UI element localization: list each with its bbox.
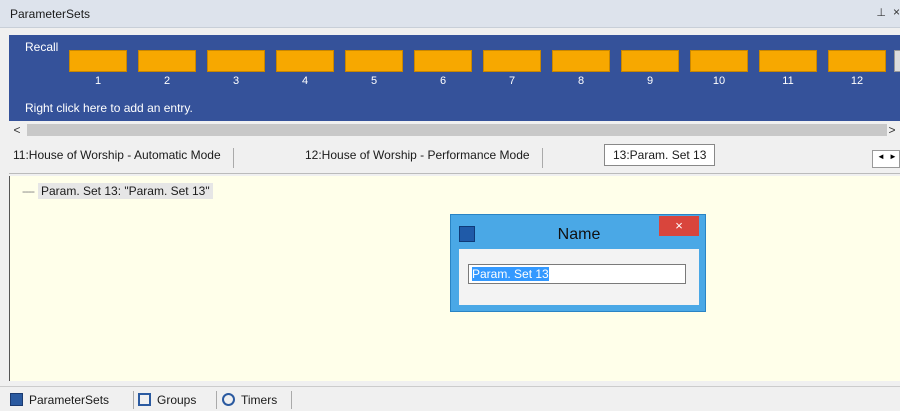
recall-slot-number: 3 bbox=[232, 75, 240, 87]
recall-slot: 8 bbox=[552, 50, 610, 87]
tab-timers-label: Timers bbox=[241, 393, 278, 407]
recall-label: Recall bbox=[25, 40, 59, 54]
tree-connector: ---- bbox=[22, 184, 35, 198]
recall-slot-number: 1 bbox=[94, 75, 102, 87]
scroll-right-icon[interactable]: > bbox=[884, 121, 900, 139]
recall-button[interactable] bbox=[276, 50, 334, 72]
tab-parameter-set-12[interactable]: 12:House of Worship - Performance Mode bbox=[305, 148, 543, 168]
panel-titlebar: ParameterSets ⊥ × bbox=[0, 0, 900, 28]
recall-slot: 3 bbox=[207, 50, 265, 87]
parameter-set-tabs: 11:House of Worship - Automatic Mode 12:… bbox=[9, 140, 900, 174]
tab-parameter-set-11[interactable]: 11:House of Worship - Automatic Mode bbox=[13, 148, 234, 168]
tab-parameter-set-13[interactable]: 13:Param. Set 13 bbox=[604, 144, 716, 166]
tree-node[interactable]: Param. Set 13: "Param. Set 13" bbox=[37, 183, 213, 199]
tab-prev-icon[interactable]: ◄ bbox=[877, 152, 885, 161]
app-icon bbox=[459, 226, 475, 242]
pin-icon[interactable]: ⊥ bbox=[876, 6, 886, 19]
recall-slot: 10 bbox=[690, 50, 748, 87]
recall-button[interactable] bbox=[345, 50, 403, 72]
tab-divider bbox=[291, 391, 292, 409]
recall-slot-number: 4 bbox=[301, 75, 309, 87]
tree-view: ---- Param. Set 13: "Param. Set 13" bbox=[22, 183, 213, 199]
recall-slot: 11 bbox=[759, 50, 817, 87]
timers-icon bbox=[222, 393, 235, 406]
recall-slot: 1 bbox=[69, 50, 127, 87]
recall-slot: 7 bbox=[483, 50, 541, 87]
recall-slot-number: 2 bbox=[163, 75, 171, 87]
groups-icon bbox=[138, 393, 151, 406]
recall-button[interactable] bbox=[621, 50, 679, 72]
recall-slot-number: 11 bbox=[782, 75, 794, 87]
recall-slot: 2 bbox=[138, 50, 196, 87]
tab-scroll-buttons: ◄ ► bbox=[872, 150, 900, 168]
recall-slot-number: 9 bbox=[646, 75, 654, 87]
recall-button[interactable] bbox=[552, 50, 610, 72]
recall-button[interactable] bbox=[828, 50, 886, 72]
tab-timers[interactable]: Timers bbox=[222, 393, 277, 407]
recall-button[interactable] bbox=[759, 50, 817, 72]
tab-groups[interactable]: Groups bbox=[138, 393, 196, 407]
recall-slot: 4 bbox=[276, 50, 334, 87]
scroll-thumb[interactable] bbox=[27, 124, 887, 136]
tab-groups-label: Groups bbox=[157, 393, 197, 407]
name-input-selected-text: Param. Set 13 bbox=[472, 267, 549, 281]
recall-button[interactable] bbox=[414, 50, 472, 72]
recall-slot: 9 bbox=[621, 50, 679, 87]
recall-button[interactable] bbox=[138, 50, 196, 72]
scroll-left-icon[interactable]: < bbox=[9, 121, 25, 139]
bottom-tab-bar: ParameterSets Groups Timers bbox=[0, 386, 900, 411]
recall-slot-number: 7 bbox=[508, 75, 516, 87]
dialog-body: Param. Set 13 bbox=[459, 249, 699, 305]
recall-slot-partial[interactable] bbox=[894, 50, 900, 72]
tab-parameter-sets-label: ParameterSets bbox=[29, 393, 110, 407]
tab-parameter-sets[interactable]: ParameterSets bbox=[10, 393, 109, 407]
recall-panel[interactable]: Recall 1 2 3 4 5 6 7 8 9 10 11 12 Right … bbox=[9, 35, 900, 121]
name-dialog: Name × Param. Set 13 bbox=[450, 214, 706, 312]
recall-button[interactable] bbox=[483, 50, 541, 72]
tab-divider bbox=[133, 391, 134, 409]
tab-divider bbox=[216, 391, 217, 409]
recall-slot-number: 5 bbox=[370, 75, 378, 87]
name-input[interactable]: Param. Set 13 bbox=[468, 264, 686, 284]
recall-button[interactable] bbox=[690, 50, 748, 72]
recall-slot: 12 bbox=[828, 50, 886, 87]
recall-button[interactable] bbox=[69, 50, 127, 72]
recall-slot-number: 8 bbox=[577, 75, 585, 87]
recall-slot: 5 bbox=[345, 50, 403, 87]
recall-slot-number: 6 bbox=[439, 75, 447, 87]
panel-title: ParameterSets bbox=[10, 7, 91, 21]
recall-slot: 6 bbox=[414, 50, 472, 87]
parameter-sets-icon bbox=[10, 393, 23, 406]
horizontal-scrollbar[interactable]: < > bbox=[9, 121, 900, 139]
close-icon[interactable]: × bbox=[893, 5, 900, 19]
tab-next-icon[interactable]: ► bbox=[889, 152, 897, 161]
recall-hint: Right click here to add an entry. bbox=[25, 101, 193, 115]
recall-button[interactable] bbox=[207, 50, 265, 72]
recall-slot-number: 12 bbox=[850, 75, 864, 87]
dialog-close-button[interactable]: × bbox=[659, 216, 699, 236]
recall-slot-number: 10 bbox=[712, 75, 726, 87]
